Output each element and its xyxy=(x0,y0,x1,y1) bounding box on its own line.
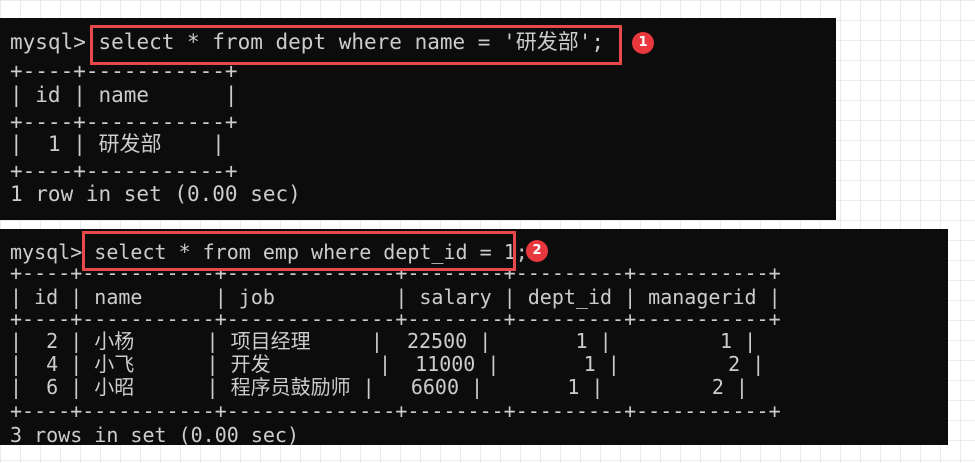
table-header-row: | id | name | job | salary | dept_id | m… xyxy=(10,285,781,309)
table-row: | 2 | 小杨 | 项目经理 | 22500 | 1 | 1 | xyxy=(10,329,757,353)
table-header-row: | id | name | xyxy=(10,83,238,107)
table-border-line: +----+-----------+ xyxy=(10,110,238,134)
table-border-line: +----+-----------+ xyxy=(10,159,238,183)
step-badge-2: 2 xyxy=(526,240,548,262)
result-summary: 3 rows in set (0.00 sec) xyxy=(10,423,299,445)
highlight-box-query-1 xyxy=(90,25,622,65)
highlight-box-query-2 xyxy=(82,231,516,271)
table-border-line: +----+-----------+--------------+-------… xyxy=(10,307,781,331)
table-border-line: +----+-----------+--------------+-------… xyxy=(10,399,781,423)
mysql-prompt: mysql> xyxy=(10,30,86,54)
result-summary: 1 row in set (0.00 sec) xyxy=(10,182,301,206)
table-row: | 1 | 研发部 | xyxy=(10,132,225,156)
step-badge-1: 1 xyxy=(632,32,654,54)
table-row: | 4 | 小飞 | 开发 | 11000 | 1 | 2 | xyxy=(10,352,765,376)
table-row: | 6 | 小昭 | 程序员鼓励师 | 6600 | 1 | 2 | xyxy=(10,375,748,399)
